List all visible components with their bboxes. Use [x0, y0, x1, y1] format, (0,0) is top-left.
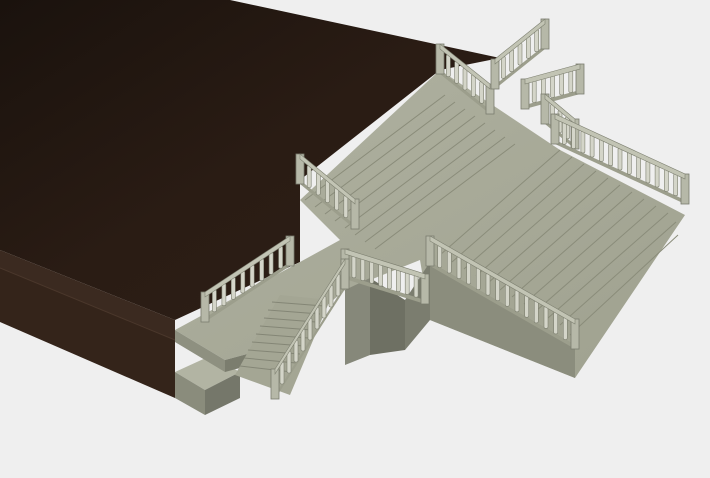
3d-viewport[interactable]: [0, 0, 710, 478]
staircase-3d-render: [0, 0, 690, 415]
